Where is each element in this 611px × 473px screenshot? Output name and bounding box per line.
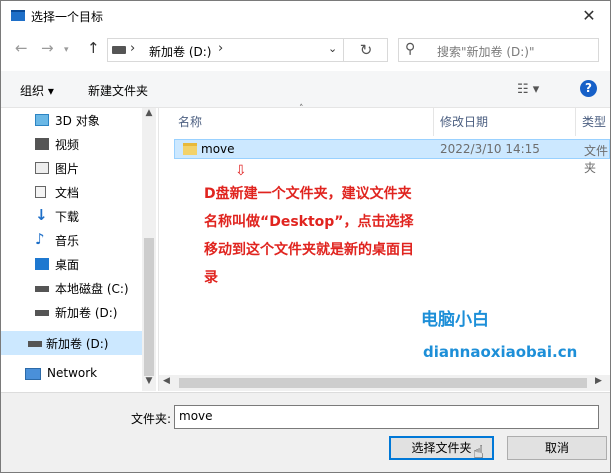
pictures-icon xyxy=(35,162,49,174)
annotation-text: D盘新建一个文件夹，建议文件夹名称叫做“Desktop”，点击选择移动到这个文件… xyxy=(204,186,414,286)
file-dialog: 选择一个目标 ✕ ← → ▾ ↑ › 新加卷 (D:) › ⌄ ↻ ⚲ 搜索"新… xyxy=(0,0,611,473)
file-modified: 2022/3/10 14:15 xyxy=(440,142,540,156)
watermark-url: diannaoxiaobai.cn xyxy=(423,343,578,361)
file-list: ˄ 名称 修改日期 类型 move 2022/3/10 14:15 文件夹 ⇩ … xyxy=(159,104,610,391)
table-row[interactable]: move 2022/3/10 14:15 文件夹 xyxy=(174,139,610,175)
navigation-bar: ← → ▾ ↑ › 新加卷 (D:) › ⌄ ↻ ⚲ 搜索"新加卷 (D:)" xyxy=(1,31,610,71)
column-name[interactable]: 名称 xyxy=(178,113,202,130)
sidebar-item-label: Network xyxy=(47,366,98,380)
scroll-down-icon[interactable]: ▼ xyxy=(142,376,156,386)
sidebar-item-desktop[interactable]: 桌面 xyxy=(1,252,141,276)
search-placeholder[interactable]: 搜索"新加卷 (D:)" xyxy=(437,43,535,60)
sidebar-item-label: 新加卷 (D:) xyxy=(55,306,118,320)
column-header: ˄ 名称 修改日期 类型 xyxy=(159,104,610,136)
scrollbar-thumb[interactable] xyxy=(144,238,154,376)
sidebar-item-downloads[interactable]: ↓ 下载 xyxy=(1,204,141,228)
drive-icon xyxy=(35,286,49,292)
folder-label: 文件夹: xyxy=(131,412,172,426)
new-folder-button[interactable]: 新建文件夹 xyxy=(88,82,148,99)
navigation-pane: 3D 对象 视频 图片 文档 ↓ 下载 ♪ 音乐 桌面 本地磁盘 (C:) 新加… xyxy=(1,108,156,391)
scrollbar-thumb[interactable] xyxy=(179,378,587,388)
sidebar-item-label: 图片 xyxy=(55,162,80,176)
sidebar-item-drive-c[interactable]: 本地磁盘 (C:) xyxy=(1,276,141,300)
sidebar-item-3d-objects[interactable]: 3D 对象 xyxy=(1,108,141,132)
sidebar-item-pictures[interactable]: 图片 xyxy=(1,156,141,180)
address-dropdown-icon[interactable]: ⌄ xyxy=(328,42,337,55)
scroll-left-icon[interactable]: ◀ xyxy=(163,376,170,386)
horizontal-scrollbar[interactable]: ◀ ▶ xyxy=(159,375,610,391)
command-toolbar: 组织 ▾ 新建文件夹 ☷ ▾ ? xyxy=(1,71,610,108)
file-name: move xyxy=(201,142,235,156)
annotation-arrow-icon: ⇩ xyxy=(235,163,247,179)
folder-icon xyxy=(183,143,197,155)
3d-objects-icon xyxy=(35,114,49,126)
up-button[interactable]: ↑ xyxy=(87,39,100,57)
network-icon xyxy=(25,368,41,380)
column-modified[interactable]: 修改日期 xyxy=(440,113,488,130)
path-chevron-icon[interactable]: › xyxy=(218,41,223,56)
organize-menu[interactable]: 组织 ▾ xyxy=(20,82,54,99)
sidebar-item-label: 文档 xyxy=(55,186,80,200)
sidebar-item-label: 桌面 xyxy=(55,258,80,272)
column-separator[interactable] xyxy=(433,108,434,136)
download-icon: ↓ xyxy=(35,206,48,224)
watermark-brand: 电脑小白 xyxy=(421,310,489,330)
drive-icon xyxy=(28,341,42,347)
chevron-right-icon: › xyxy=(130,41,136,56)
music-icon: ♪ xyxy=(35,230,45,248)
scroll-up-icon[interactable]: ▲ xyxy=(142,108,156,118)
column-type[interactable]: 类型 xyxy=(582,113,606,130)
desktop-icon xyxy=(35,258,49,270)
help-icon[interactable]: ? xyxy=(580,80,597,97)
close-button[interactable]: ✕ xyxy=(574,3,604,29)
recent-locations-dropdown[interactable]: ▾ xyxy=(64,45,69,55)
navigation-scrollbar[interactable]: ▲ ▼ xyxy=(142,108,156,391)
drive-icon xyxy=(112,46,126,54)
view-options-icon[interactable]: ☷ ▾ xyxy=(517,82,539,97)
search-icon: ⚲ xyxy=(405,41,416,57)
folder-input[interactable]: move xyxy=(174,405,599,429)
sidebar-item-videos[interactable]: 视频 xyxy=(1,132,141,156)
title-bar: 选择一个目标 ✕ xyxy=(1,1,610,31)
sidebar-item-label: 新加卷 (D:) xyxy=(46,337,109,351)
column-separator[interactable] xyxy=(575,108,576,136)
sidebar-item-label: 音乐 xyxy=(55,234,80,248)
cancel-button[interactable]: 取消 xyxy=(507,436,607,460)
address-path[interactable]: 新加卷 (D:) xyxy=(149,43,211,60)
documents-icon xyxy=(35,186,46,198)
search-box[interactable]: ⚲ 搜索"新加卷 (D:)" xyxy=(398,38,599,62)
sidebar-item-label: 本地磁盘 (C:) xyxy=(55,282,129,296)
refresh-button[interactable]: ↻ xyxy=(343,39,388,61)
scroll-right-icon[interactable]: ▶ xyxy=(595,376,602,386)
file-type: 文件夹 xyxy=(584,144,609,175)
window-icon xyxy=(11,10,25,21)
window-title: 选择一个目标 xyxy=(31,10,104,24)
sidebar-item-drive-d[interactable]: 新加卷 (D:) xyxy=(1,300,141,324)
sort-ascending-icon: ˄ xyxy=(299,104,304,114)
sidebar-item-drive-d-selected[interactable]: 新加卷 (D:) xyxy=(1,331,142,355)
sidebar-item-label: 3D 对象 xyxy=(55,114,100,128)
forward-button[interactable]: → xyxy=(41,39,54,57)
sidebar-item-network[interactable]: Network xyxy=(1,362,141,386)
address-bar[interactable]: › 新加卷 (D:) › ⌄ ↻ xyxy=(107,38,388,62)
sidebar-item-label: 视频 xyxy=(55,138,80,152)
video-icon xyxy=(35,138,49,150)
drive-icon xyxy=(35,310,49,316)
back-button[interactable]: ← xyxy=(15,39,28,57)
sidebar-item-label: 下载 xyxy=(55,210,80,224)
sidebar-item-music[interactable]: ♪ 音乐 xyxy=(1,228,141,252)
hand-cursor-icon: ☝ xyxy=(473,442,484,463)
sidebar-item-documents[interactable]: 文档 xyxy=(1,180,141,204)
dialog-footer: 文件夹: move 选择文件夹 ☝ 取消 xyxy=(1,392,610,472)
